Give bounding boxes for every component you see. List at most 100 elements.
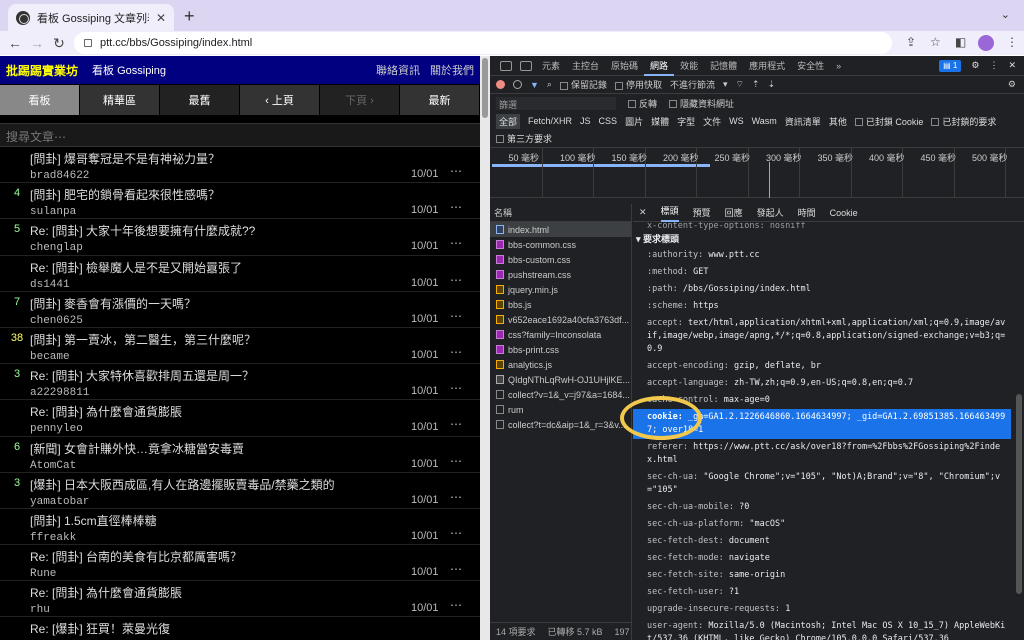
type-filter-4[interactable]: 圖片 [625, 115, 643, 128]
tab-devtools-5[interactable]: 記憶體 [704, 56, 743, 76]
tab-devtools-1[interactable]: 主控台 [566, 56, 605, 76]
blocked-requests-checkbox[interactable]: 已封鎖的要求 [931, 115, 996, 128]
post-menu-icon[interactable]: ⋯ [450, 236, 462, 250]
network-conditions-icon[interactable]: ⌔ [736, 79, 744, 90]
reload-icon[interactable]: ↻ [48, 35, 70, 52]
request-row[interactable]: rum [490, 402, 631, 417]
tab-devtools-6[interactable]: 應用程式 [743, 56, 791, 76]
header-row[interactable]: :authority: www.ptt.cc [633, 247, 1011, 264]
new-tab-button[interactable]: + [184, 6, 195, 27]
post-title-link[interactable]: Re: [問卦] 為什麼會通貨膨脹 [30, 400, 480, 420]
type-filter-9[interactable]: Wasm [752, 116, 777, 126]
tab-search-icon[interactable]: ⌄ [1001, 8, 1010, 21]
close-devtools-icon[interactable]: ✕ [1008, 60, 1016, 71]
record-icon[interactable] [496, 80, 505, 89]
post-title-link[interactable]: Re: [問卦] 大家十年後想要擁有什麼成就?? [30, 219, 480, 239]
issues-badge[interactable]: ▤ 1 [939, 59, 962, 72]
request-row[interactable]: v652eace1692a40cfa3763df... [490, 312, 631, 327]
request-row[interactable]: collect?v=1&_v=j97&a=1684... [490, 387, 631, 402]
clear-icon[interactable] [513, 80, 522, 89]
request-headers-section[interactable]: ▾ 要求標頭 [633, 232, 1011, 247]
detail-tab-1[interactable]: 預覽 [693, 206, 711, 219]
request-row[interactable]: index.html [490, 222, 631, 237]
header-row[interactable]: user-agent: Mozilla/5.0 (Macintosh; Inte… [633, 618, 1011, 640]
list-item[interactable]: Re: [問卦] 台南的美食有比京都厲害嗎？ Rune 10/01 ⋯ [0, 545, 480, 582]
board-button[interactable]: 看板 [0, 85, 80, 115]
header-row[interactable]: accept: text/html,application/xhtml+xml,… [633, 315, 1011, 358]
chevron-down-icon[interactable]: ▾ [723, 79, 728, 90]
type-filter-10[interactable]: 資訊清單 [785, 115, 821, 128]
header-row[interactable]: sec-ch-ua: "Google Chrome";v="105", "Not… [633, 469, 1011, 499]
tab-devtools-2[interactable]: 原始碼 [605, 56, 644, 76]
back-icon[interactable]: ← [4, 35, 26, 51]
type-filter-7[interactable]: 文件 [703, 115, 721, 128]
header-row[interactable]: cache-control: max-age=0 [633, 392, 1011, 409]
header-row[interactable]: sec-ch-ua-mobile: ?0 [633, 499, 1011, 516]
header-row[interactable]: upgrade-insecure-requests: 1 [633, 601, 1011, 618]
post-menu-icon[interactable]: ⋯ [450, 598, 462, 612]
detail-tab-3[interactable]: 發起人 [757, 206, 784, 219]
post-title-link[interactable]: [問卦] 肥宅的鎖骨看起來很性感嗎？ [30, 183, 480, 203]
header-row[interactable]: sec-fetch-site: same-origin [633, 567, 1011, 584]
post-title-link[interactable]: [爆卦] 日本大阪西成區,有人在路邊擺販賣毒品/禁藥之類的 [30, 473, 480, 493]
close-detail-icon[interactable]: ✕ [639, 207, 647, 218]
filter-icon[interactable]: ▼ [530, 80, 539, 90]
post-menu-icon[interactable]: ⋯ [450, 454, 462, 468]
lock-icon[interactable] [84, 39, 92, 47]
detail-tab-5[interactable]: Cookie [830, 208, 858, 218]
header-row[interactable]: sec-fetch-user: ?1 [633, 584, 1011, 601]
list-item[interactable]: 4 [問卦] 肥宅的鎖骨看起來很性感嗎？ sulanpa 10/01 ⋯ [0, 183, 480, 220]
browser-tab[interactable]: 看板 Gossiping 文章列表 - 批踢踢 ✕ [8, 4, 174, 31]
type-filter-11[interactable]: 其他 [829, 115, 847, 128]
list-item[interactable]: Re: [爆卦] 狂買！萊曼光復 [0, 617, 480, 640]
post-menu-icon[interactable]: ⋯ [450, 526, 462, 540]
about-link[interactable]: 關於我們 [430, 62, 474, 78]
board-name-link[interactable]: 看板 Gossiping [92, 62, 166, 78]
list-item[interactable]: [問卦] 爆哥奪冠是不是有神祕力量？ brad84622 10/01 ⋯ [0, 147, 480, 184]
post-menu-icon[interactable]: ⋯ [450, 490, 462, 504]
list-item[interactable]: 38 [問卦] 第一賣冰，第二醫生，第三什麼呢？ became 10/01 ⋯ [0, 328, 480, 365]
request-row[interactable]: QIdgNThLqRwH-OJ1UHjlKE... [490, 372, 631, 387]
bookmark-star-icon[interactable]: ☆ [930, 35, 941, 49]
next-page-button[interactable]: 下頁 › [320, 85, 400, 115]
search-icon[interactable]: ⌕ [547, 79, 552, 90]
latest-button[interactable]: 最新 [400, 85, 480, 115]
tab-devtools-0[interactable]: 元素 [536, 56, 566, 76]
tab-devtools-7[interactable]: 安全性 [791, 56, 830, 76]
settings-gear-icon[interactable]: ⚙ [1008, 79, 1016, 90]
ptt-brand-link[interactable]: 批踢踢實業坊 [6, 62, 78, 79]
throttle-select[interactable]: 不進行節流 [670, 78, 715, 91]
list-item[interactable]: Re: [問卦] 檢舉魔人是不是又開始囂張了 ds1441 10/01 ⋯ [0, 256, 480, 292]
type-filter-5[interactable]: 媒體 [651, 115, 669, 128]
page-scrollbar[interactable] [480, 56, 490, 640]
request-row[interactable]: bbs.js [490, 297, 631, 312]
post-title-link[interactable]: Re: [爆卦] 狂買！萊曼光復 [30, 617, 480, 637]
request-row[interactable]: jquery.min.js [490, 282, 631, 297]
header-row[interactable]: accept-encoding: gzip, deflate, br [633, 358, 1011, 375]
prev-page-button[interactable]: ‹ 上頁 [240, 85, 320, 115]
post-menu-icon[interactable]: ⋯ [450, 562, 462, 576]
request-row[interactable]: pushstream.css [490, 267, 631, 282]
header-row[interactable]: :method: GET [633, 264, 1011, 281]
blocked-cookies-checkbox[interactable]: 已封鎖 Cookie [854, 115, 923, 128]
header-row[interactable]: :scheme: https [633, 298, 1011, 315]
hide-data-urls-checkbox[interactable]: 隱藏資料網址 [669, 97, 734, 110]
more-tabs-icon[interactable]: » [830, 56, 847, 76]
header-row[interactable]: sec-fetch-mode: navigate [633, 550, 1011, 567]
list-item[interactable]: 5 Re: [問卦] 大家十年後想要擁有什麼成就?? chenglap 10/01 ⋯ [0, 219, 480, 256]
post-title-link[interactable]: [問卦] 1.5cm直徑棒棒糖 [30, 509, 480, 529]
request-row[interactable]: bbs-custom.css [490, 252, 631, 267]
post-menu-icon[interactable]: ⋯ [450, 417, 462, 431]
contact-link[interactable]: 聯絡資訊 [376, 62, 420, 78]
preserve-log-checkbox[interactable]: 保留記錄 [559, 78, 607, 91]
header-row[interactable]: sec-ch-ua-platform: "macOS" [633, 516, 1011, 533]
profile-avatar[interactable] [978, 35, 994, 51]
third-party-checkbox[interactable]: 第三方要求 [490, 130, 1024, 148]
post-menu-icon[interactable]: ⋯ [450, 200, 462, 214]
header-row[interactable]: :path: /bbs/Gossiping/index.html [633, 281, 1011, 298]
disable-cache-checkbox[interactable]: 停用快取 [614, 78, 662, 91]
post-title-link[interactable]: [問卦] 爆哥奪冠是不是有神祕力量？ [30, 147, 480, 167]
request-row[interactable]: bbs-print.css [490, 342, 631, 357]
type-filter-8[interactable]: WS [729, 116, 744, 126]
forward-icon[interactable]: → [26, 35, 48, 51]
